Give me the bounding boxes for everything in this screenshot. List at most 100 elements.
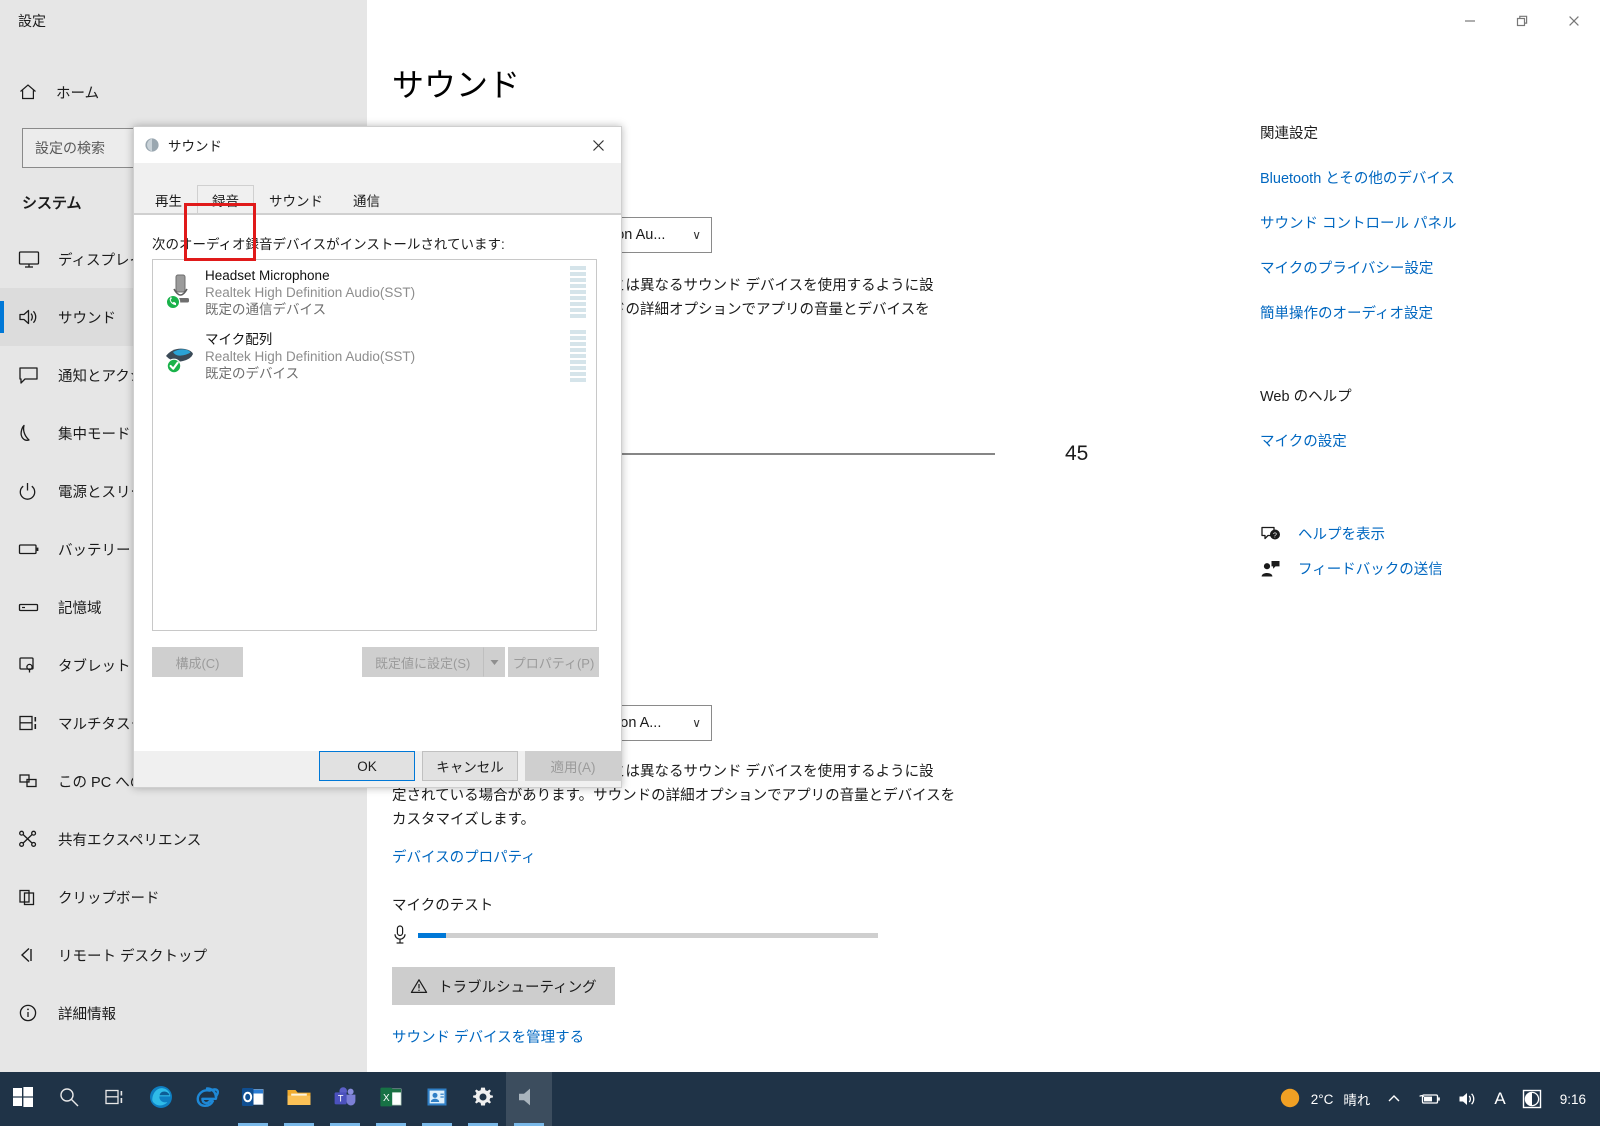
file-explorer-button[interactable] (276, 1072, 322, 1126)
properties-button-label: プロパティ(P) (512, 655, 595, 671)
window-controls (1444, 0, 1600, 42)
recording-device-list[interactable]: Headset Microphone Realtek High Definiti… (152, 259, 597, 631)
dialog-title-bar: サウンド (134, 127, 621, 163)
ok-button[interactable]: OK (319, 751, 415, 781)
info-icon (18, 1000, 48, 1026)
troubleshoot-button[interactable]: トラブルシューティング (392, 967, 615, 1005)
output-description-line1: とは異なるサウンド デバイスを使用するように設 (611, 278, 934, 294)
share-icon (18, 826, 48, 852)
tab-playback-label: 再生 (155, 193, 182, 209)
device-properties-link[interactable]: デバイスのプロパティ (392, 846, 536, 867)
settings-button[interactable] (460, 1072, 506, 1126)
tab-communications-label: 通信 (353, 193, 380, 209)
sidebar-item-sound-label: サウンド (58, 310, 116, 327)
excel-button[interactable]: X (368, 1072, 414, 1126)
set-default-dropdown-arrow[interactable] (483, 647, 506, 677)
clipboard-icon (18, 884, 48, 910)
start-button[interactable] (0, 1072, 46, 1126)
minimize-button[interactable] (1444, 0, 1496, 42)
mic-test-label: マイクのテスト (392, 898, 494, 914)
ok-button-label: OK (357, 758, 377, 774)
taskbar: T X 2°C 晴れ A 9:16 (0, 1072, 1600, 1126)
input-description-line3: カスタマイズします。 (392, 812, 536, 828)
microphone-device-icon (161, 269, 201, 315)
sidebar-item-home[interactable]: ホーム (0, 70, 367, 114)
apply-button[interactable]: 適用(A) (525, 751, 621, 781)
battery-icon (18, 536, 48, 562)
sidebar-item-shared-experiences[interactable]: 共有エクスペリエンス (0, 810, 367, 868)
sidebar-item-remote-desktop[interactable]: リモート デスクトップ (0, 926, 367, 984)
mic-test-meter-row (392, 924, 878, 946)
ime-mode-indicator[interactable]: A (1494, 1089, 1505, 1109)
contacts-button[interactable] (414, 1072, 460, 1126)
sun-icon (1279, 1087, 1301, 1112)
list-item[interactable]: Headset Microphone Realtek High Definiti… (153, 260, 596, 324)
related-link-sound-control-panel[interactable]: サウンド コントロール パネル (1260, 212, 1590, 233)
troubleshoot-button-label: トラブルシューティング (438, 979, 597, 996)
sound-control-panel-dialog: サウンド 再生 録音 サウンド 通信 次のオーディオ録音デバイスがインストールさ… (133, 126, 622, 788)
edge-chromium-button[interactable] (138, 1072, 184, 1126)
tablet-icon (18, 652, 48, 678)
weather-widget[interactable]: 2°C 晴れ (1279, 1087, 1371, 1112)
dialog-close-button[interactable] (575, 127, 621, 163)
tab-playback[interactable]: 再生 (140, 185, 197, 213)
battery-icon[interactable] (1418, 1091, 1442, 1107)
device-status: 既定の通信デバイス (205, 301, 327, 317)
properties-button[interactable]: プロパティ(P) (508, 647, 599, 677)
sidebar-item-clipboard[interactable]: クリップボード (0, 868, 367, 926)
apply-button-label: 適用(A) (550, 760, 596, 775)
sidebar-item-storage-label: 記憶域 (58, 600, 102, 617)
night-light-icon[interactable] (1522, 1089, 1542, 1109)
sidebar-item-about-label: 詳細情報 (58, 1006, 116, 1023)
list-item[interactable]: マイク配列 Realtek High Definition Audio(SST)… (153, 324, 596, 388)
internet-explorer-button[interactable] (184, 1072, 230, 1126)
weather-condition: 晴れ (1343, 1093, 1371, 1108)
set-default-button[interactable]: 既定値に設定(S) (362, 647, 484, 677)
tab-recording[interactable]: 録音 (197, 185, 254, 213)
storage-icon (18, 594, 48, 620)
chevron-down-icon: ∨ (692, 716, 701, 730)
master-volume-slider[interactable] (617, 453, 995, 455)
set-default-split-button[interactable]: 既定値に設定(S) (362, 647, 506, 677)
dialog-action-row: 構成(C) 既定値に設定(S) プロパティ(P) (134, 645, 621, 685)
device-driver: Realtek High Definition Audio(SST) (205, 348, 416, 364)
related-link-bluetooth[interactable]: Bluetooth とその他のデバイス (1260, 167, 1590, 188)
related-link-mic-privacy[interactable]: マイクのプライバシー設定 (1260, 257, 1590, 278)
help-chat-icon: ? (1260, 524, 1290, 544)
multitask-icon (18, 710, 48, 736)
web-help-link-mic-setup[interactable]: マイクの設定 (1260, 430, 1590, 451)
device-driver: Realtek High Definition Audio(SST) (205, 284, 416, 300)
teams-button[interactable]: T (322, 1072, 368, 1126)
app-title: 設定 (18, 13, 46, 29)
clock[interactable]: 9:16 (1560, 1092, 1586, 1107)
sidebar-item-about[interactable]: 詳細情報 (0, 984, 367, 1042)
related-link-ease-of-access-audio[interactable]: 簡単操作のオーディオ設定 (1260, 302, 1590, 323)
close-button[interactable] (1548, 0, 1600, 42)
mic-level-meter (418, 932, 878, 938)
send-feedback-row[interactable]: フィードバックの送信 (1260, 558, 1590, 579)
speaker-icon (144, 137, 160, 153)
outlook-button[interactable] (230, 1072, 276, 1126)
related-settings-rail: 関連設定 Bluetooth とその他のデバイス サウンド コントロール パネル… (1260, 122, 1590, 579)
task-view-button[interactable] (92, 1072, 138, 1126)
weather-temperature: 2°C (1310, 1091, 1334, 1107)
tab-sounds[interactable]: サウンド (254, 185, 338, 213)
cancel-button[interactable]: キャンセル (422, 751, 518, 781)
configure-button[interactable]: 構成(C) (152, 647, 243, 677)
search-button[interactable] (46, 1072, 92, 1126)
recording-panel-label: 次のオーディオ録音デバイスがインストールされています: (152, 237, 505, 252)
tab-communications[interactable]: 通信 (338, 185, 395, 213)
dialog-title: サウンド (168, 139, 222, 154)
sound-control-button[interactable] (506, 1072, 552, 1126)
manage-sound-devices-link[interactable]: サウンド デバイスを管理する (392, 1026, 584, 1047)
page-title: サウンド (392, 67, 521, 103)
ie-icon (194, 1084, 220, 1115)
title-bar-left-region (0, 0, 367, 42)
dialog-tablist: 再生 録音 サウンド 通信 (134, 185, 621, 214)
get-help-row[interactable]: ? ヘルプを表示 (1260, 523, 1590, 544)
show-hidden-icons-button[interactable] (1386, 1091, 1402, 1107)
title-bar-right-region (367, 0, 1600, 42)
maximize-restore-button[interactable] (1496, 0, 1548, 42)
volume-icon[interactable] (1458, 1090, 1478, 1108)
screen: 設定 ホーム 設定の検索 システム ディスプレイ サウンド 通知とアクション 集… (0, 0, 1600, 1126)
